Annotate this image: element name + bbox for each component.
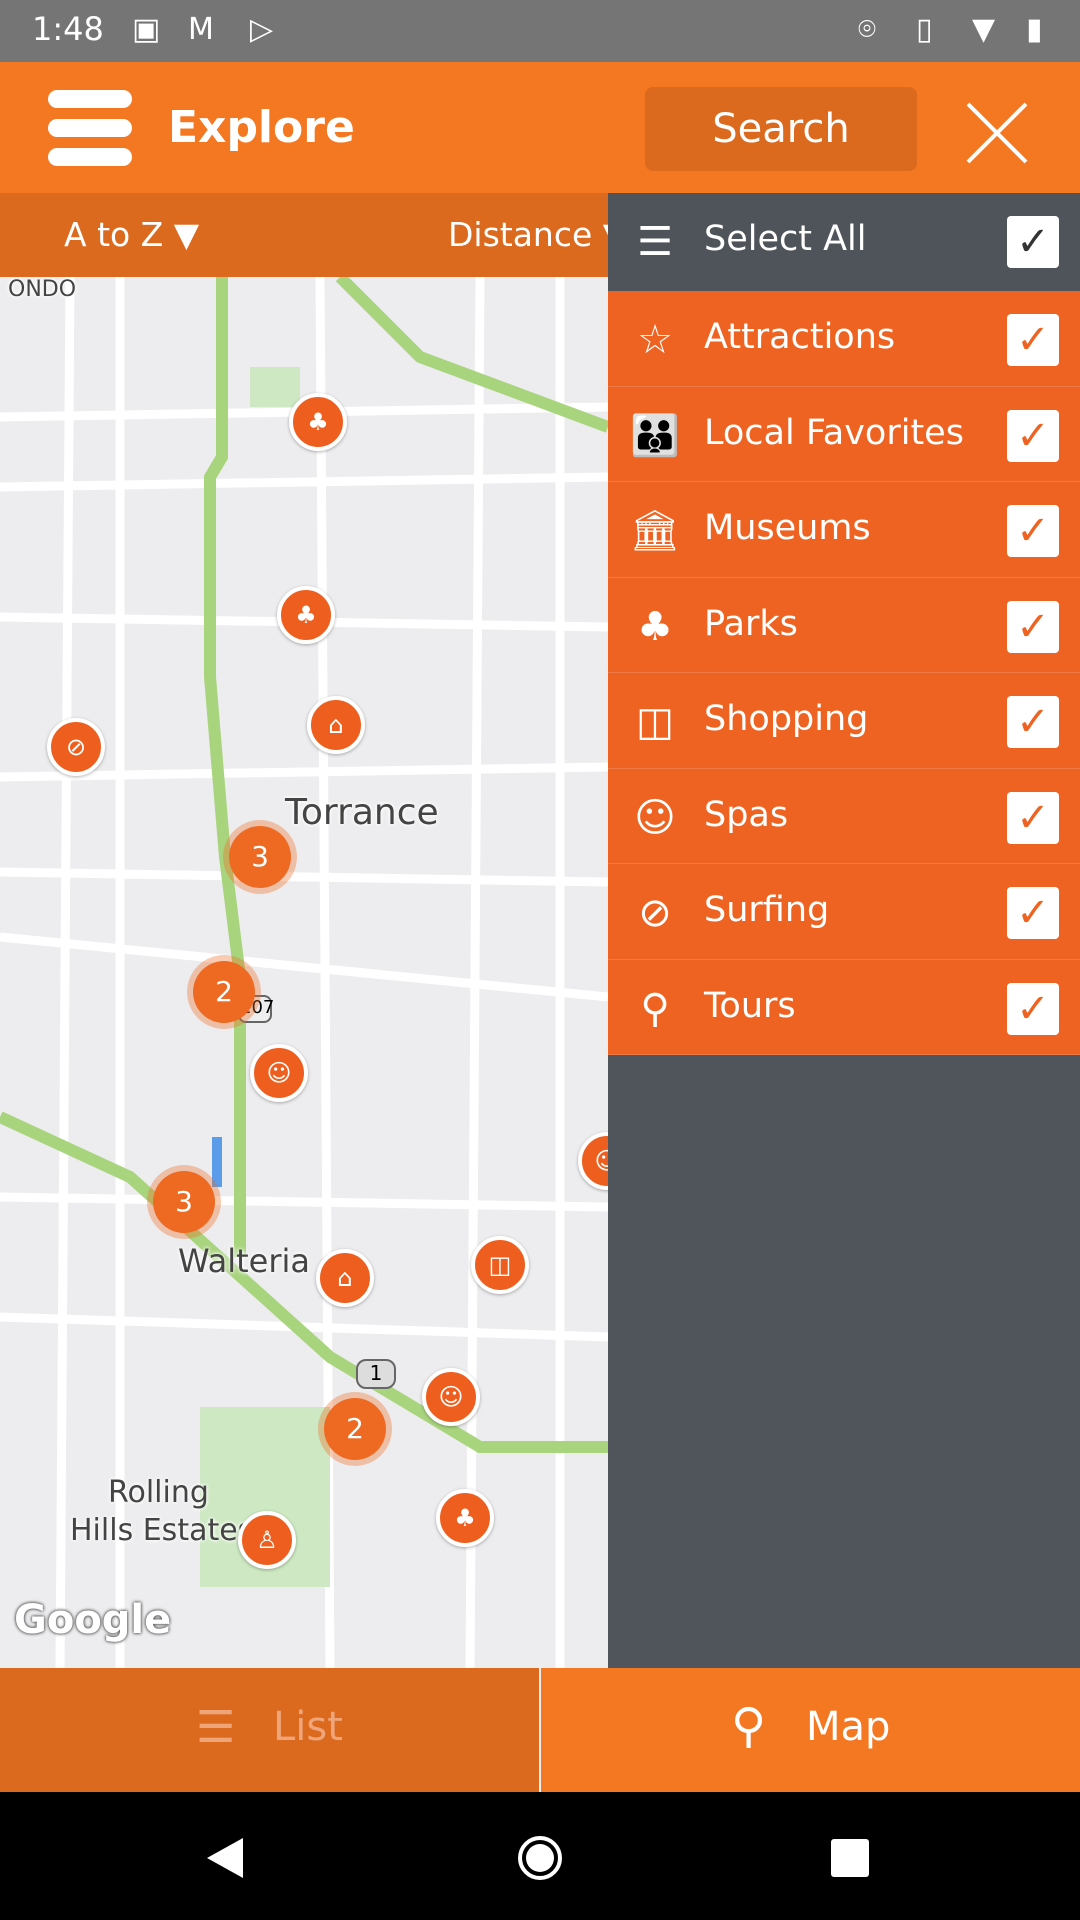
- tour-route-icon: ⚲: [640, 985, 670, 1032]
- map-marker-park[interactable]: ♣: [289, 393, 347, 451]
- filter-select-all[interactable]: ☰ Select All ✓: [608, 193, 1080, 291]
- app-header: Explore Search: [0, 62, 1080, 193]
- list-edit-icon: ☰: [637, 219, 673, 265]
- filter-shopping[interactable]: ◫ Shopping ✓: [608, 673, 1080, 769]
- wifi-icon: ▼: [972, 12, 996, 47]
- filter-label: Select All: [704, 219, 867, 259]
- family-icon: 👪: [630, 412, 680, 459]
- location-icon: ⌾: [858, 12, 876, 47]
- sort-a-to-z-label: A to Z: [64, 215, 164, 254]
- filter-label: Parks: [704, 603, 798, 644]
- parks-checkbox[interactable]: ✓: [1007, 600, 1059, 653]
- filter-label: Museums: [704, 508, 871, 548]
- map-cluster[interactable]: 3: [153, 1171, 215, 1233]
- filter-tours[interactable]: ⚲ Tours ✓: [608, 959, 1080, 1055]
- bottom-tab-bar: ☰ List ⚲ Map: [0, 1668, 1080, 1792]
- filter-spas[interactable]: ☺ Spas ✓: [608, 768, 1080, 864]
- map-view[interactable]: ONDO Torrance Walteria Rolling Hills Est…: [0, 277, 608, 1668]
- map-marker-spa[interactable]: ☺: [422, 1368, 480, 1426]
- map-label-rolling-hills: Rolling: [108, 1475, 209, 1510]
- battery-charging-icon: ▮: [1026, 12, 1043, 47]
- map-cluster[interactable]: 3: [229, 826, 291, 888]
- recents-icon[interactable]: [830, 1838, 870, 1878]
- surfing-icon: ⊘: [638, 890, 672, 936]
- sort-distance-dropdown[interactable]: Distance ▼: [448, 215, 628, 254]
- sort-distance-label: Distance: [448, 215, 593, 254]
- vibrate-icon: ▯: [916, 12, 933, 47]
- map-marker-park[interactable]: ♣: [277, 586, 335, 644]
- attractions-checkbox[interactable]: ✓: [1007, 314, 1059, 366]
- map-cluster[interactable]: 2: [193, 961, 255, 1023]
- filter-label: Surfing: [704, 890, 830, 930]
- filter-label: Spas: [704, 794, 789, 835]
- filter-parks[interactable]: ♣ Parks ✓: [608, 577, 1080, 673]
- filter-attractions[interactable]: ☆ Attractions ✓: [608, 291, 1080, 387]
- star-icon: ☆: [637, 317, 673, 363]
- search-button[interactable]: Search: [645, 87, 917, 171]
- filter-label: Shopping: [704, 699, 869, 739]
- home-icon[interactable]: [516, 1834, 564, 1882]
- map-marker-museum[interactable]: ⌂: [316, 1249, 374, 1307]
- route-shield-1: 1: [356, 1359, 396, 1389]
- tab-map-label: Map: [806, 1704, 891, 1750]
- close-icon[interactable]: [966, 102, 1028, 164]
- map-label-redondo: ONDO: [8, 277, 77, 302]
- map-marker-museum[interactable]: ⌂: [307, 696, 365, 754]
- status-time: 1:48: [32, 10, 104, 48]
- status-bar: 1:48 ▣ M ▷ ⌾ ▯ ▼ ▮: [0, 0, 1080, 62]
- map-marker-shopping[interactable]: ◫: [471, 1236, 529, 1294]
- image-icon: ▣: [132, 12, 161, 47]
- tab-map[interactable]: ⚲ Map: [541, 1668, 1080, 1792]
- tab-list-label: List: [273, 1704, 343, 1750]
- map-cluster[interactable]: 2: [324, 1398, 386, 1460]
- map-pin-icon: ⚲: [731, 1698, 767, 1754]
- map-marker-local-favorite[interactable]: ♙: [238, 1511, 296, 1569]
- surfing-checkbox[interactable]: ✓: [1007, 887, 1059, 939]
- park-bench-icon: ♣: [637, 603, 673, 650]
- map-marker-park[interactable]: ♣: [436, 1489, 494, 1547]
- page-title: Explore: [168, 102, 355, 153]
- filter-label: Local Favorites: [704, 412, 964, 453]
- spas-checkbox[interactable]: ✓: [1007, 791, 1059, 844]
- map-label-walteria: Walteria: [178, 1242, 310, 1280]
- map-marker-surfing[interactable]: ⊘: [47, 718, 105, 776]
- museum-icon: 🏛: [629, 508, 681, 554]
- filter-surfing[interactable]: ⊘ Surfing ✓: [608, 864, 1080, 960]
- back-icon[interactable]: [205, 1836, 245, 1880]
- gmail-icon: M: [188, 12, 214, 47]
- map-label-torrance: Torrance: [285, 792, 439, 833]
- caret-down-icon: ▼: [173, 215, 200, 254]
- filter-label: Tours: [704, 985, 796, 1026]
- shopping-bag-icon: ◫: [636, 699, 674, 745]
- sort-a-to-z-dropdown[interactable]: A to Z ▼: [64, 215, 199, 254]
- filter-label: Attractions: [704, 317, 896, 357]
- google-logo: Google: [14, 1597, 172, 1643]
- filter-museums[interactable]: 🏛 Museums ✓: [608, 482, 1080, 578]
- local-favorites-checkbox[interactable]: ✓: [1007, 409, 1059, 462]
- shopping-checkbox[interactable]: ✓: [1007, 696, 1059, 748]
- play-store-icon: ▷: [250, 12, 274, 47]
- museums-checkbox[interactable]: ✓: [1007, 505, 1059, 557]
- filter-panel: ☰ Select All ✓ ☆ Attractions ✓ 👪 Local Favo…: [608, 193, 1080, 1668]
- select-all-checkbox[interactable]: ✓: [1007, 216, 1059, 268]
- map-label-hills-estates: Hills Estates: [70, 1513, 254, 1548]
- map-roads: [0, 277, 608, 1668]
- android-nav-bar: [0, 1792, 1080, 1920]
- tours-checkbox[interactable]: ✓: [1007, 982, 1059, 1035]
- hamburger-icon[interactable]: [48, 90, 132, 166]
- filter-local-favorites[interactable]: 👪 Local Favorites ✓: [608, 386, 1080, 482]
- spa-icon: ☺: [634, 794, 676, 841]
- sort-bar: A to Z ▼ Distance ▼: [0, 193, 628, 277]
- tab-list[interactable]: ☰ List: [0, 1668, 539, 1792]
- list-icon: ☰: [196, 1702, 236, 1753]
- map-marker-spa[interactable]: ☺: [250, 1044, 308, 1102]
